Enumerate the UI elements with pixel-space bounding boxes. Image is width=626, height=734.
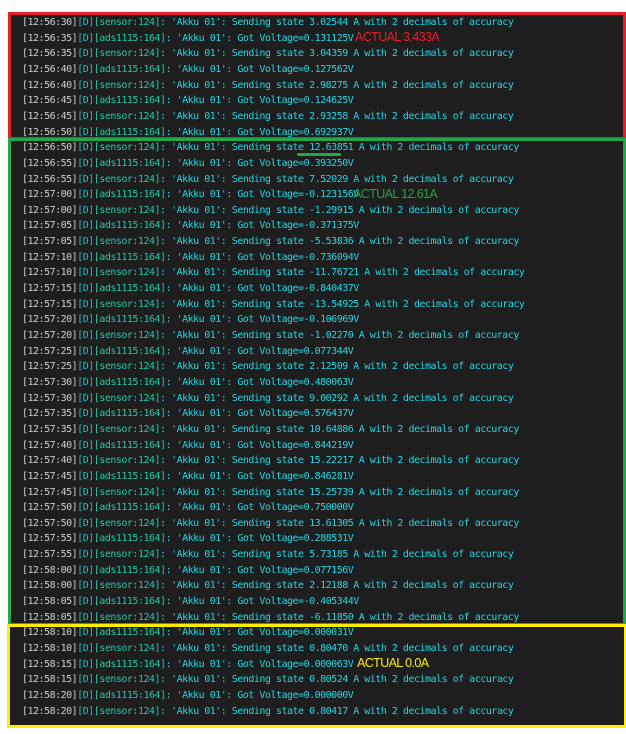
- annotation-actual-red: ACTUAL 3.433A: [355, 30, 440, 44]
- annotation-actual-green: ACTUAL 12.61A: [353, 187, 438, 201]
- value-underline: [297, 153, 341, 156]
- annotation-actual-yellow: ACTUAL 0.0A: [357, 656, 429, 670]
- highlight-box-green: [8, 138, 626, 626]
- highlight-box-red: [8, 12, 626, 140]
- highlight-box-yellow: [7, 624, 626, 728]
